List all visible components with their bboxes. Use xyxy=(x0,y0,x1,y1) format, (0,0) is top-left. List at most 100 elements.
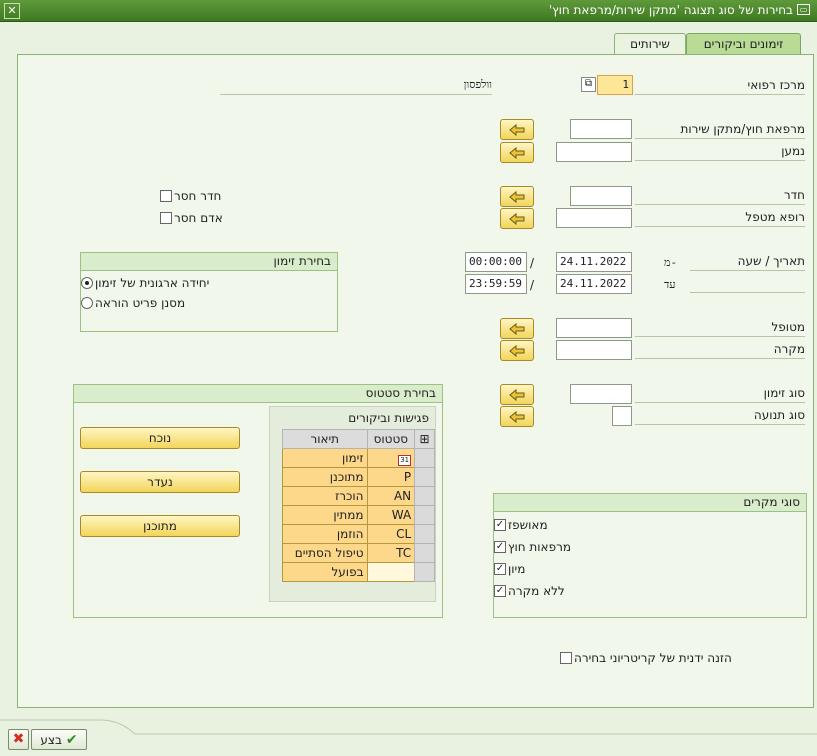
no-case-checkbox[interactable]: ✓ xyxy=(494,585,506,597)
medical-center-input[interactable]: 1 xyxy=(597,75,633,95)
row-selector[interactable] xyxy=(414,467,435,487)
arrow-left-icon xyxy=(509,344,525,357)
medical-center-description: וולפסון xyxy=(220,78,492,95)
inpatient-option[interactable]: ✓ מאושפז xyxy=(494,518,798,532)
missing-person-option[interactable]: אדם חסר xyxy=(160,211,240,225)
tab-services[interactable]: שירותים xyxy=(614,33,686,55)
missing-room-label: חדר חסר xyxy=(174,189,222,203)
inpatient-checkbox[interactable]: ✓ xyxy=(494,519,506,531)
recipient-search-button[interactable] xyxy=(500,142,534,163)
status-cell: WA xyxy=(366,505,416,525)
arrow-left-icon xyxy=(509,322,525,335)
manual-entry-label: הזנה ידנית של קריטריוני בחירה xyxy=(574,651,732,665)
window-title: בחירות של סוג תצוגה 'מתקן שירות/מרפאת חו… xyxy=(549,3,810,17)
no-case-label: ללא מקרה xyxy=(508,584,565,598)
movement-type-input[interactable] xyxy=(612,406,632,426)
table-row[interactable]: WA ממתין xyxy=(282,505,435,525)
order-item-filter-radio[interactable] xyxy=(81,297,93,309)
planned-button[interactable]: מתוכנן xyxy=(80,515,240,537)
execute-label: בצע xyxy=(40,732,62,747)
table-row[interactable]: CL הוזמן xyxy=(282,524,435,544)
tab-appointments-visits[interactable]: זימונים וביקורים xyxy=(686,33,801,55)
triage-checkbox[interactable]: ✓ xyxy=(494,563,506,575)
outpatient-option[interactable]: ✓ מרפאות חוץ xyxy=(494,540,798,554)
to-time-input[interactable]: 23:59:59 xyxy=(465,274,527,294)
org-unit-label: יחידה ארגונית של זימון xyxy=(95,276,210,290)
status-cell xyxy=(366,562,416,582)
row-selector[interactable] xyxy=(414,505,435,525)
no-case-option[interactable]: ✓ ללא מקרה xyxy=(494,584,798,598)
row-selector[interactable] xyxy=(414,543,435,563)
order-item-filter-label: מסנן פריט הוראה xyxy=(95,296,186,310)
case-input[interactable] xyxy=(556,340,632,360)
status-cell: CL xyxy=(366,524,416,544)
arrow-left-icon xyxy=(509,190,525,203)
copy-icon[interactable]: ⧉ xyxy=(581,77,596,92)
description-cell: הוכרז xyxy=(282,486,368,506)
description-column-header: תיאור xyxy=(282,429,368,449)
patient-input[interactable] xyxy=(556,318,632,338)
absent-button[interactable]: נעדר xyxy=(80,471,240,493)
description-cell: טיפול הסתיים xyxy=(282,543,368,563)
close-icon[interactable]: ✕ xyxy=(4,3,20,19)
to-row-underline xyxy=(690,276,805,293)
missing-person-checkbox[interactable] xyxy=(160,212,172,224)
triage-option[interactable]: ✓ מיון xyxy=(494,562,798,576)
row-selector[interactable] xyxy=(414,524,435,544)
movement-type-search-button[interactable] xyxy=(500,406,534,427)
missing-person-label: אדם חסר xyxy=(174,211,223,225)
description-cell: בפועל xyxy=(282,562,368,582)
patient-search-button[interactable] xyxy=(500,318,534,339)
row-selector[interactable] xyxy=(414,562,435,582)
recipient-label: נמען xyxy=(635,144,805,161)
from-date-input[interactable]: 24.11.2022 xyxy=(556,252,632,272)
manual-entry-checkbox[interactable] xyxy=(560,652,572,664)
org-unit-radio[interactable] xyxy=(81,277,93,289)
status-cell: P xyxy=(366,467,416,487)
physician-search-button[interactable] xyxy=(500,208,534,229)
status-cell: AN xyxy=(366,486,416,506)
case-search-button[interactable] xyxy=(500,340,534,361)
appointment-type-input[interactable] xyxy=(570,384,632,404)
appointment-type-search-button[interactable] xyxy=(500,384,534,405)
arrow-left-icon xyxy=(509,212,525,225)
present-button[interactable]: נוכח xyxy=(80,427,240,449)
missing-room-option[interactable]: חדר חסר xyxy=(160,189,240,203)
table-row[interactable]: P מתוכנן xyxy=(282,467,435,487)
outpatient-checkbox[interactable]: ✓ xyxy=(494,541,506,553)
execute-button[interactable]: ✔ בצע xyxy=(31,729,87,750)
arrow-left-icon xyxy=(509,388,525,401)
status-cell: TC xyxy=(366,543,416,563)
room-input[interactable] xyxy=(570,186,632,206)
order-item-filter-option[interactable]: מסנן פריט הוראה xyxy=(81,296,327,310)
manual-entry-option[interactable]: הזנה ידנית של קריטריוני בחירה xyxy=(560,651,798,665)
date-time-label: תאריך / שעה xyxy=(690,254,805,271)
from-time-input[interactable]: 00:00:00 xyxy=(465,252,527,272)
description-cell: מתוכנן xyxy=(282,467,368,487)
table-row[interactable]: 31 זימון xyxy=(282,448,435,468)
table-row[interactable]: AN הוכרז xyxy=(282,486,435,506)
table-row[interactable]: בפועל xyxy=(282,562,435,582)
case-types-title: סוגי מקרים xyxy=(494,494,806,512)
row-selector[interactable] xyxy=(414,448,435,468)
table-row[interactable]: TC טיפול הסתיים xyxy=(282,543,435,563)
to-date-input[interactable]: 24.11.2022 xyxy=(556,274,632,294)
room-search-button[interactable] xyxy=(500,186,534,207)
row-selector[interactable] xyxy=(414,486,435,506)
missing-room-checkbox[interactable] xyxy=(160,190,172,202)
date-time-separator: / xyxy=(530,256,535,270)
status-cell: 31 xyxy=(366,448,416,468)
clinic-search-button[interactable] xyxy=(500,119,534,140)
arrow-left-icon xyxy=(509,146,525,159)
patient-label: מטופל xyxy=(635,320,805,337)
org-unit-option[interactable]: יחידה ארגונית של זימון xyxy=(81,276,327,290)
calendar-icon: 31 xyxy=(398,454,412,466)
recipient-input[interactable] xyxy=(556,142,632,162)
case-label: מקרה xyxy=(635,342,805,359)
physician-input[interactable] xyxy=(556,208,632,228)
medical-center-label: מרכז רפואי xyxy=(635,78,805,95)
cancel-icon[interactable]: ✖ xyxy=(8,729,29,750)
description-cell: הוזמן xyxy=(282,524,368,544)
table-settings-icon[interactable]: ⊞ xyxy=(414,429,435,449)
clinic-input[interactable] xyxy=(570,119,632,139)
